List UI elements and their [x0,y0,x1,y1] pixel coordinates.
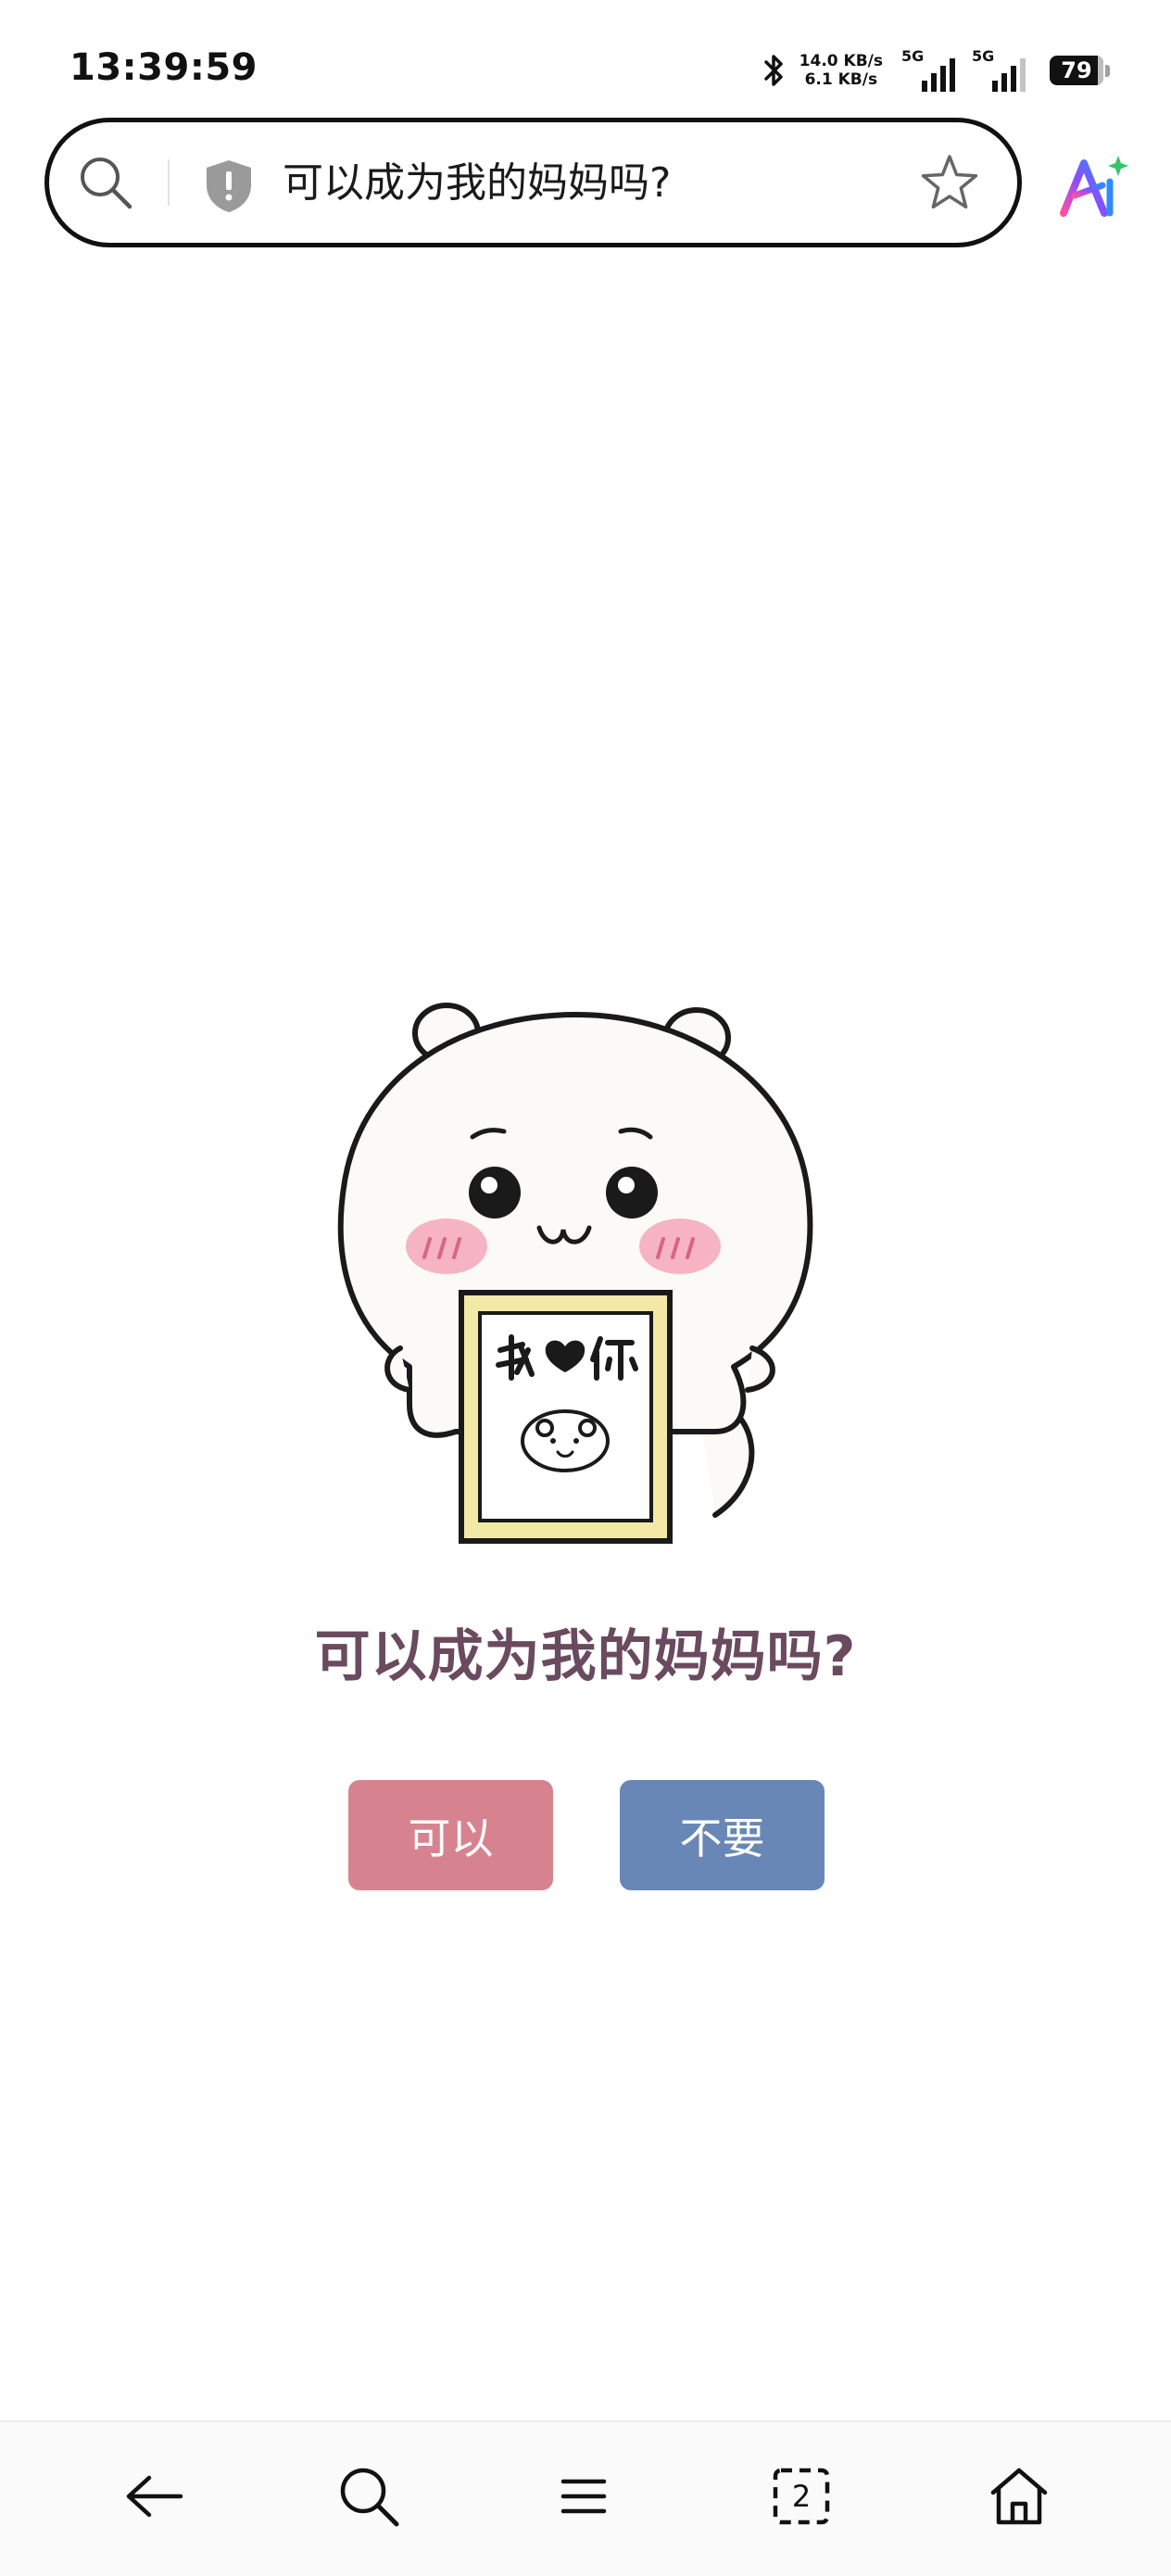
battery-percent: 79 [1061,57,1092,83]
bluetooth-icon [762,52,787,89]
back-button[interactable] [116,2459,190,2533]
shield-icon[interactable] [202,158,256,219]
home-button[interactable] [982,2459,1056,2533]
tab-count: 2 [791,2479,812,2514]
yes-button[interactable]: 可以 [348,1780,553,1890]
no-button[interactable]: 不要 [620,1780,825,1890]
nav-search-button[interactable] [332,2459,406,2533]
signal-strength-1: 5G [901,49,959,92]
home-icon [990,2468,1048,2525]
signal-strength-2: 5G [972,49,1029,92]
network-speed-up: 14.0 KB/s [799,52,883,70]
network-speed-down: 6.1 KB/s [804,70,878,89]
status-icons: 14.0 KB/s 6.1 KB/s 5G 5G 79 [762,43,1110,98]
question-title: 可以成为我的妈妈吗? [314,1624,857,1689]
bottom-navigation-bar: 2 [0,2420,1171,2576]
address-bar-divider [168,159,170,206]
back-arrow-icon [126,2475,183,2518]
status-bar: 13:39:59 14.0 KB/s 6.1 KB/s 5G 5G 79 [0,0,1171,120]
signal-bars-icon [922,58,955,92]
network-speed: 14.0 KB/s 6.1 KB/s [800,52,883,89]
tabs-button[interactable]: 2 [764,2459,838,2533]
menu-icon [560,2479,607,2514]
address-bar[interactable]: 可以成为我的妈妈吗? [44,118,1022,247]
signal-bars-icon [992,58,1026,92]
menu-button[interactable] [547,2459,621,2533]
hamster-illustration [337,1003,813,1544]
battery-icon: 79 [1050,56,1103,85]
status-time: 13:39:59 [69,46,258,89]
ai-assistant-icon[interactable] [1056,154,1132,224]
search-icon [340,2468,399,2527]
star-icon[interactable] [919,152,980,217]
web-page-content: 可以成为我的妈妈吗? 可以 不要 [0,259,1171,2418]
url-text[interactable]: 可以成为我的妈妈吗? [283,156,671,211]
battery-indicator: 79 [1050,56,1110,85]
search-icon[interactable] [77,154,134,215]
